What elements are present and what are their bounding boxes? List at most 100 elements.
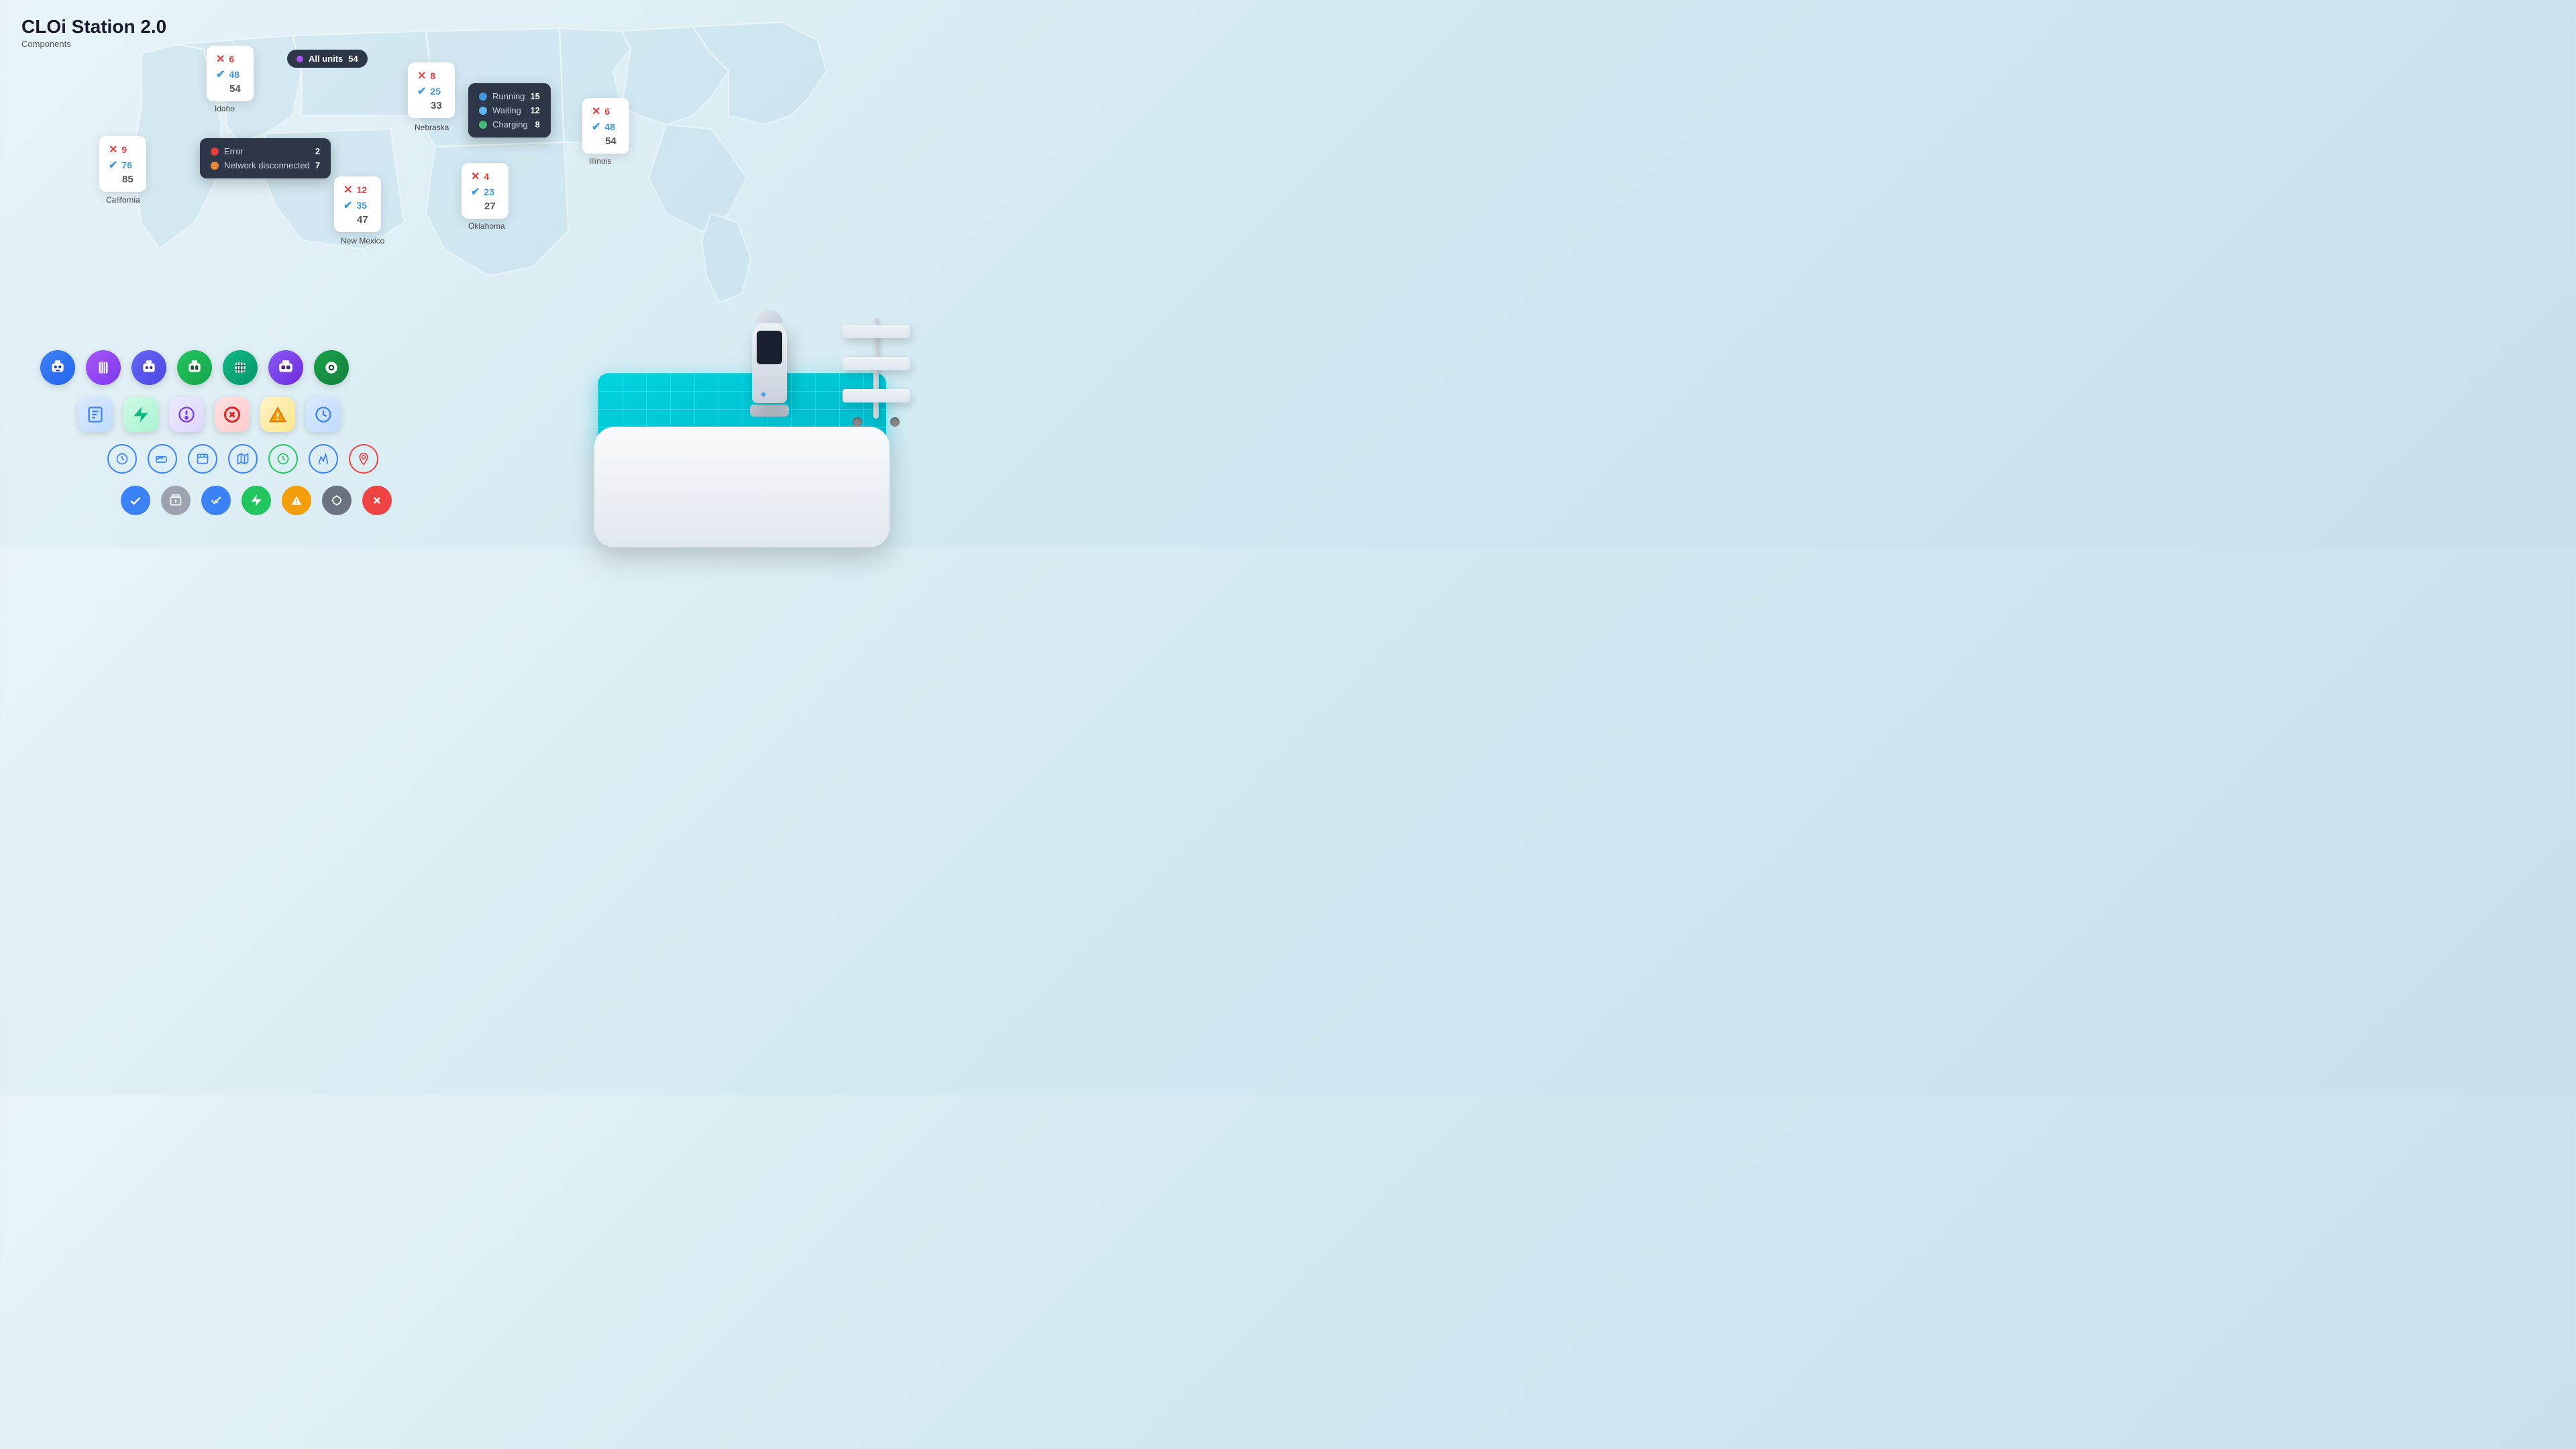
status-icon-1[interactable]: [121, 486, 150, 515]
robot-light: [761, 392, 765, 396]
network-label: Network disconnected: [224, 160, 310, 170]
error-dot: [211, 148, 219, 156]
error-icon: ✕: [216, 52, 225, 66]
wheel-left: [853, 417, 862, 427]
status-icon-6[interactable]: [322, 486, 352, 515]
california-running-count: 76: [121, 160, 132, 170]
util-icon-3[interactable]: [188, 444, 217, 474]
california-running-row: ✔ 76: [109, 158, 137, 172]
status-icon-3[interactable]: [201, 486, 231, 515]
oklahoma-total: 27: [471, 201, 499, 212]
running-dot: [479, 93, 487, 101]
app-icon-2[interactable]: [123, 397, 158, 432]
app-icon-3[interactable]: [169, 397, 204, 432]
robot-icon-1[interactable]: [40, 350, 75, 385]
idaho-running-count: 48: [229, 69, 239, 80]
network-dot: [211, 162, 219, 170]
oklahoma-running-row: ✔ 23: [471, 185, 499, 199]
status-icon-4[interactable]: [241, 486, 271, 515]
new-mexico-error-count: 12: [356, 184, 367, 195]
all-units-value: 54: [348, 54, 358, 64]
california-error-row: ✕ 9: [109, 143, 137, 156]
util-icon-5[interactable]: [268, 444, 298, 474]
error-label: Error: [224, 146, 310, 156]
robot-icon-5[interactable]: [223, 350, 258, 385]
app-icon-1[interactable]: [78, 397, 113, 432]
util-icon-6[interactable]: [309, 444, 338, 474]
running-value: 15: [530, 91, 539, 101]
oklahoma-running-count: 23: [484, 186, 494, 197]
error-icon: ✕: [417, 69, 426, 83]
utility-icons-row: [107, 444, 392, 474]
running-stat: Running 15: [479, 91, 540, 101]
state-card-nebraska[interactable]: ✕ 8 ✔ 25 33: [408, 62, 455, 118]
oklahoma-error-row: ✕ 4: [471, 170, 499, 183]
nebraska-error-count: 8: [430, 70, 435, 81]
app-icon-4[interactable]: [215, 397, 250, 432]
shelf-tray-2: [843, 357, 910, 370]
state-card-idaho[interactable]: ✕ 6 ✔ 48 54: [207, 46, 254, 101]
state-card-oklahoma[interactable]: ✕ 4 ✔ 23 27: [462, 163, 508, 219]
robot-icon-3[interactable]: [131, 350, 166, 385]
new-mexico-label: New Mexico: [341, 236, 384, 246]
california-total: 85: [109, 174, 137, 185]
status-icon-2[interactable]: [161, 486, 191, 515]
app-icons-row: [78, 397, 392, 432]
waiting-stat: Waiting 12: [479, 105, 540, 115]
robot-icon-6[interactable]: [268, 350, 303, 385]
app-icon-6[interactable]: [306, 397, 341, 432]
running-label: Running: [492, 91, 525, 101]
oklahoma-error-count: 4: [484, 171, 489, 182]
waiting-dot: [479, 107, 487, 115]
util-icon-4[interactable]: [228, 444, 258, 474]
california-error-count: 9: [121, 144, 127, 155]
error-stat: Error 2: [211, 146, 320, 156]
util-icon-1[interactable]: [107, 444, 137, 474]
station-3d: [507, 111, 977, 547]
wheel-right: [890, 417, 900, 427]
error-value: 2: [315, 146, 320, 156]
running-icon: ✔: [417, 85, 426, 98]
california-error-tooltip: Error 2 Network disconnected 7: [200, 138, 331, 178]
robot-slim-model: [750, 311, 789, 417]
all-units-badge[interactable]: All units 54: [287, 50, 368, 68]
new-mexico-running-row: ✔ 35: [343, 199, 372, 212]
charging-value: 8: [535, 119, 540, 129]
station-base-box: [594, 427, 890, 547]
robot-screen: [757, 331, 782, 364]
charging-dot: [479, 121, 487, 129]
running-icon: ✔: [216, 68, 225, 81]
new-mexico-error-row: ✕ 12: [343, 183, 372, 197]
nebraska-running-row: ✔ 25: [417, 85, 445, 98]
running-icon: ✔: [109, 158, 117, 172]
state-card-california[interactable]: ✕ 9 ✔ 76 85: [99, 136, 146, 192]
new-mexico-running-count: 35: [356, 200, 367, 211]
status-legend-tooltip: Running 15 Waiting 12 Charging 8: [468, 83, 551, 138]
error-icon: ✕: [343, 183, 352, 197]
error-icon: ✕: [471, 170, 480, 183]
nebraska-total: 33: [417, 100, 445, 111]
robot-icons-row: [40, 350, 392, 385]
robot-icon-7[interactable]: [314, 350, 349, 385]
app-icon-5[interactable]: [260, 397, 295, 432]
all-units-dot: [297, 56, 303, 62]
running-icon: ✔: [471, 185, 480, 199]
robot-icon-2[interactable]: [86, 350, 121, 385]
charging-label: Charging: [492, 119, 530, 129]
california-label: California: [106, 195, 140, 205]
page-header: CLOi Station 2.0 Components: [21, 16, 166, 49]
state-card-new-mexico[interactable]: ✕ 12 ✔ 35 47: [334, 176, 381, 232]
all-units-label: All units: [309, 54, 343, 64]
network-stat: Network disconnected 7: [211, 160, 320, 170]
status-icon-7[interactable]: [362, 486, 392, 515]
robot-icon-4[interactable]: [177, 350, 212, 385]
running-icon: ✔: [343, 199, 352, 212]
util-icon-7[interactable]: [349, 444, 378, 474]
nebraska-running-count: 25: [430, 86, 441, 97]
idaho-error-count: 6: [229, 54, 234, 64]
error-icon: ✕: [109, 143, 117, 156]
util-icon-2[interactable]: [148, 444, 177, 474]
status-icon-5[interactable]: [282, 486, 311, 515]
shelf-structure: [849, 318, 903, 419]
white-base: [594, 427, 890, 547]
